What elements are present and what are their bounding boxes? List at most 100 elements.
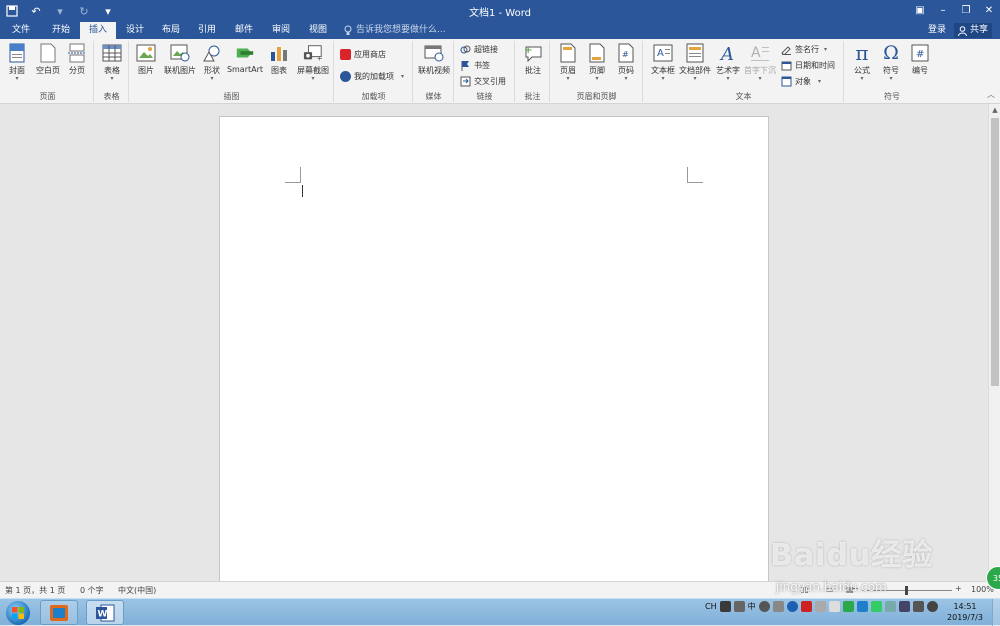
security-icon[interactable] (800, 601, 812, 612)
sign-in-link[interactable]: 登录 (928, 22, 946, 39)
smartart-button[interactable]: SmartArt (226, 43, 264, 74)
pictures-button[interactable]: 图片 (134, 43, 158, 76)
group-tables: 表格 ▾ 表格 (95, 41, 129, 102)
scroll-up-icon[interactable]: ▲ (989, 104, 1000, 116)
signature-line-button[interactable]: 签名行 ▾ (781, 43, 827, 56)
minimize-button[interactable]: – (932, 0, 954, 20)
monitor-icon[interactable] (898, 601, 910, 612)
chart-button[interactable]: 图表 (266, 43, 292, 76)
my-addins-button[interactable]: 我的加载项 ▾ (340, 70, 404, 83)
bookmark-button[interactable]: 书签 (460, 59, 490, 72)
table-icon (102, 43, 122, 63)
start-button[interactable] (6, 601, 30, 625)
app-green-icon[interactable] (842, 601, 854, 612)
group-header-footer: 页眉 ▾ 页脚 ▾ # 页码 ▾ 页眉和页脚 (551, 41, 643, 102)
online-video-button[interactable]: 联机视频 (416, 43, 452, 76)
restore-button[interactable]: ❐ (955, 0, 977, 20)
clock-date: 2019/7/3 (947, 613, 983, 622)
drop-cap-button[interactable]: A 首字下沉 ▾ (742, 43, 778, 82)
chevron-down-icon: ▾ (824, 46, 828, 53)
taskbar-word[interactable]: W (86, 600, 124, 625)
close-button[interactable]: ✕ (978, 0, 1000, 20)
hyperlink-button[interactable]: 超链接 (460, 43, 498, 56)
scroll-thumb[interactable] (991, 118, 999, 386)
tab-layout[interactable]: 布局 (154, 22, 188, 39)
word-icon: W (96, 604, 115, 621)
svg-text:A: A (657, 48, 664, 59)
group-text: A 文本框 ▾ 文档部件 ▾ A 艺术字 ▾ A 首字下沉 ▾ 签名行 ▾ 日期… (644, 41, 844, 102)
display-icon[interactable] (870, 601, 882, 612)
tab-home[interactable]: 开始 (44, 22, 78, 39)
pin-icon[interactable] (828, 601, 840, 612)
header-label: 页眉 (560, 66, 576, 75)
online-pictures-button[interactable]: 联机图片 (160, 43, 200, 76)
watermark-url: jingyan.baidu.com (776, 580, 887, 594)
header-icon (558, 43, 578, 63)
group-pages: 封面 ▾ 空白页 分页 页面 (2, 41, 94, 102)
quick-parts-button[interactable]: 文档部件 ▾ (678, 43, 712, 82)
ime-indicator[interactable]: CH (705, 602, 717, 611)
app-blue-icon[interactable] (856, 601, 868, 612)
group-media: 联机视频 媒体 (414, 41, 454, 102)
table-button[interactable]: 表格 ▾ (99, 43, 125, 82)
show-desktop-button[interactable] (992, 599, 1000, 626)
textbox-button[interactable]: A 文本框 ▾ (648, 43, 678, 82)
zoom-slider-knob[interactable] (905, 586, 908, 595)
taskbar-app-1[interactable] (40, 600, 78, 625)
zoom-in-icon[interactable]: + (955, 584, 962, 593)
tab-file[interactable]: 文件 (4, 22, 38, 39)
help-icon[interactable] (786, 601, 798, 612)
cross-reference-icon (460, 76, 471, 87)
ime-icon[interactable] (719, 601, 731, 612)
ribbon-display-options-icon[interactable]: ▣ (909, 0, 931, 20)
screenshot-button[interactable]: + 屏幕截图 ▾ (294, 43, 332, 82)
collapse-ribbon-icon[interactable]: ︿ (987, 89, 995, 100)
tab-references[interactable]: 引用 (190, 22, 224, 39)
language[interactable]: 中文(中国) (118, 585, 156, 596)
blank-page-button[interactable]: 空白页 (32, 43, 64, 76)
page-count[interactable]: 第 1 页，共 1 页 (5, 585, 65, 596)
word-count[interactable]: 0 个字 (80, 585, 104, 596)
keyboard-icon[interactable] (733, 601, 745, 612)
clock[interactable]: 14:51 2019/7/3 (940, 601, 990, 623)
tab-review[interactable]: 审阅 (264, 22, 298, 39)
store-icon (340, 49, 351, 60)
comment-button[interactable]: + 批注 (520, 43, 546, 76)
tab-mailings[interactable]: 邮件 (227, 22, 261, 39)
tell-me-search[interactable]: 告诉我您想要做什么... (344, 22, 446, 39)
store-button[interactable]: 应用商店 (340, 48, 386, 61)
text-cursor (302, 185, 303, 197)
share-button[interactable]: 共享 (954, 23, 993, 38)
cross-reference-button[interactable]: 交叉引用 (460, 75, 506, 88)
chinese-mode-icon[interactable]: 中 (748, 601, 756, 612)
tab-insert[interactable]: 插入 (80, 22, 116, 39)
tab-design[interactable]: 设计 (118, 22, 152, 39)
header-button[interactable]: 页眉 ▾ (555, 43, 581, 82)
footer-button[interactable]: 页脚 ▾ (584, 43, 610, 82)
pi-icon: π (855, 41, 869, 65)
document-page[interactable] (219, 116, 769, 586)
page-break-button[interactable]: 分页 (64, 43, 90, 76)
tab-view[interactable]: 视图 (301, 22, 335, 39)
punctuation-icon[interactable] (758, 601, 770, 612)
number-button[interactable]: # 编号 (907, 43, 933, 76)
battery-icon[interactable] (912, 601, 924, 612)
page-number-button[interactable]: # 页码 ▾ (613, 43, 639, 82)
group-media-label: 媒体 (425, 92, 442, 101)
share-label: 共享 (970, 25, 989, 35)
cloud-icon[interactable] (884, 601, 896, 612)
equation-button[interactable]: π 公式 ▾ (849, 41, 875, 82)
date-time-button[interactable]: 日期和时间 (781, 59, 835, 72)
cover-page-button[interactable]: 封面 ▾ (4, 43, 30, 82)
settings-icon[interactable] (772, 601, 784, 612)
symbol-button[interactable]: Ω 符号 ▾ (878, 42, 904, 82)
wordart-button[interactable]: A 艺术字 ▾ (713, 43, 743, 82)
group-addins-label: 加载项 (361, 92, 386, 101)
volume-icon[interactable] (926, 601, 938, 612)
vertical-scrollbar[interactable]: ▲ (988, 104, 1000, 581)
object-button[interactable]: 对象 ▾ (781, 75, 821, 88)
shapes-button[interactable]: 形状 ▾ (200, 43, 224, 82)
network-app-icon[interactable] (814, 601, 826, 612)
cover-page-label: 封面 (9, 66, 25, 75)
number-label: 编号 (912, 66, 928, 75)
